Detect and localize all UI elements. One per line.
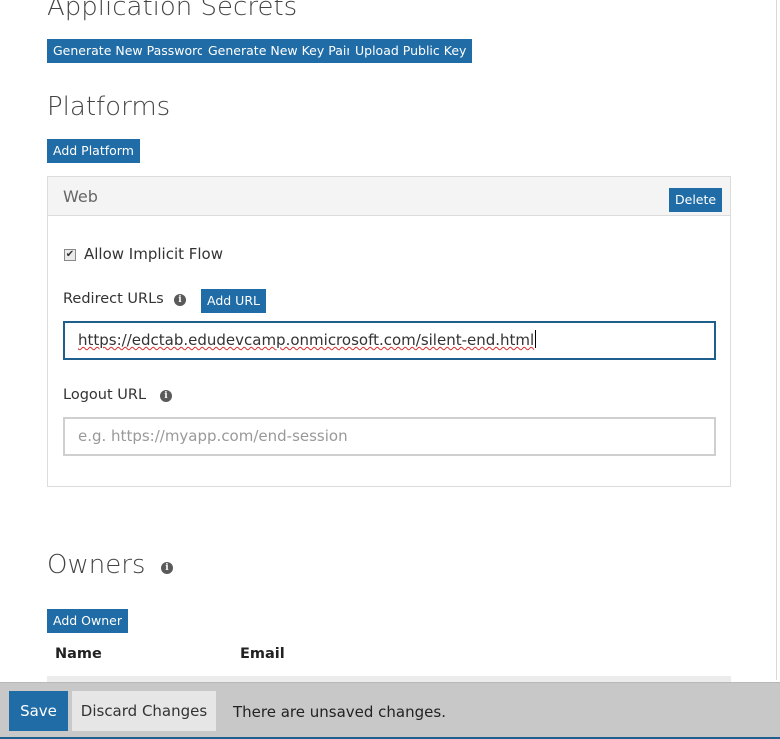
add-platform-button[interactable]: Add Platform bbox=[47, 139, 140, 163]
logout-url-placeholder: e.g. https://myapp.com/end-session bbox=[78, 427, 348, 445]
generate-new-key-pair-button[interactable]: Generate New Key Pair bbox=[202, 39, 358, 63]
add-owner-button[interactable]: Add Owner bbox=[47, 609, 128, 633]
discard-changes-button[interactable]: Discard Changes bbox=[72, 691, 216, 731]
redirect-urls-label: Redirect URLs bbox=[63, 291, 164, 307]
unsaved-changes-status: There are unsaved changes. bbox=[233, 703, 446, 721]
text-caret bbox=[535, 330, 537, 348]
allow-implicit-flow-label: Allow Implicit Flow bbox=[84, 245, 224, 263]
web-platform-title: Web bbox=[63, 187, 98, 206]
owners-column-email: Email bbox=[240, 646, 285, 662]
delete-platform-button[interactable]: Delete bbox=[669, 188, 723, 212]
save-button[interactable]: Save bbox=[9, 691, 68, 731]
unsaved-changes-bar: Save Discard Changes There are unsaved c… bbox=[0, 682, 780, 739]
allow-implicit-flow-checkbox[interactable]: ✔ bbox=[64, 249, 76, 261]
checkmark-icon: ✔ bbox=[65, 249, 75, 260]
logout-url-input[interactable]: e.g. https://myapp.com/end-session bbox=[63, 417, 716, 456]
owners-column-name: Name bbox=[55, 646, 102, 662]
info-icon[interactable]: i bbox=[161, 562, 173, 574]
scrollbar-track[interactable] bbox=[776, 0, 780, 680]
redirect-url-input[interactable]: https://edctab.edudevcamp.onmicrosoft.co… bbox=[63, 321, 716, 360]
add-url-button[interactable]: Add URL bbox=[201, 289, 266, 313]
section-title-owners: Owners bbox=[47, 550, 146, 580]
upload-public-key-button[interactable]: Upload Public Key bbox=[349, 39, 473, 63]
info-icon[interactable]: i bbox=[174, 294, 186, 306]
section-title-platforms: Platforms bbox=[47, 92, 171, 122]
generate-new-password-button[interactable]: Generate New Password bbox=[47, 39, 211, 63]
logout-url-label: Logout URL bbox=[63, 387, 147, 403]
section-title-application-secrets: Application Secrets bbox=[47, 0, 298, 22]
info-icon[interactable]: i bbox=[160, 390, 172, 402]
redirect-url-value: https://edctab.edudevcamp.onmicrosoft.co… bbox=[78, 331, 535, 349]
web-platform-header: Web Delete bbox=[48, 177, 730, 216]
web-platform-card: Web Delete ✔ Allow Implicit Flow Redirec… bbox=[47, 176, 731, 487]
